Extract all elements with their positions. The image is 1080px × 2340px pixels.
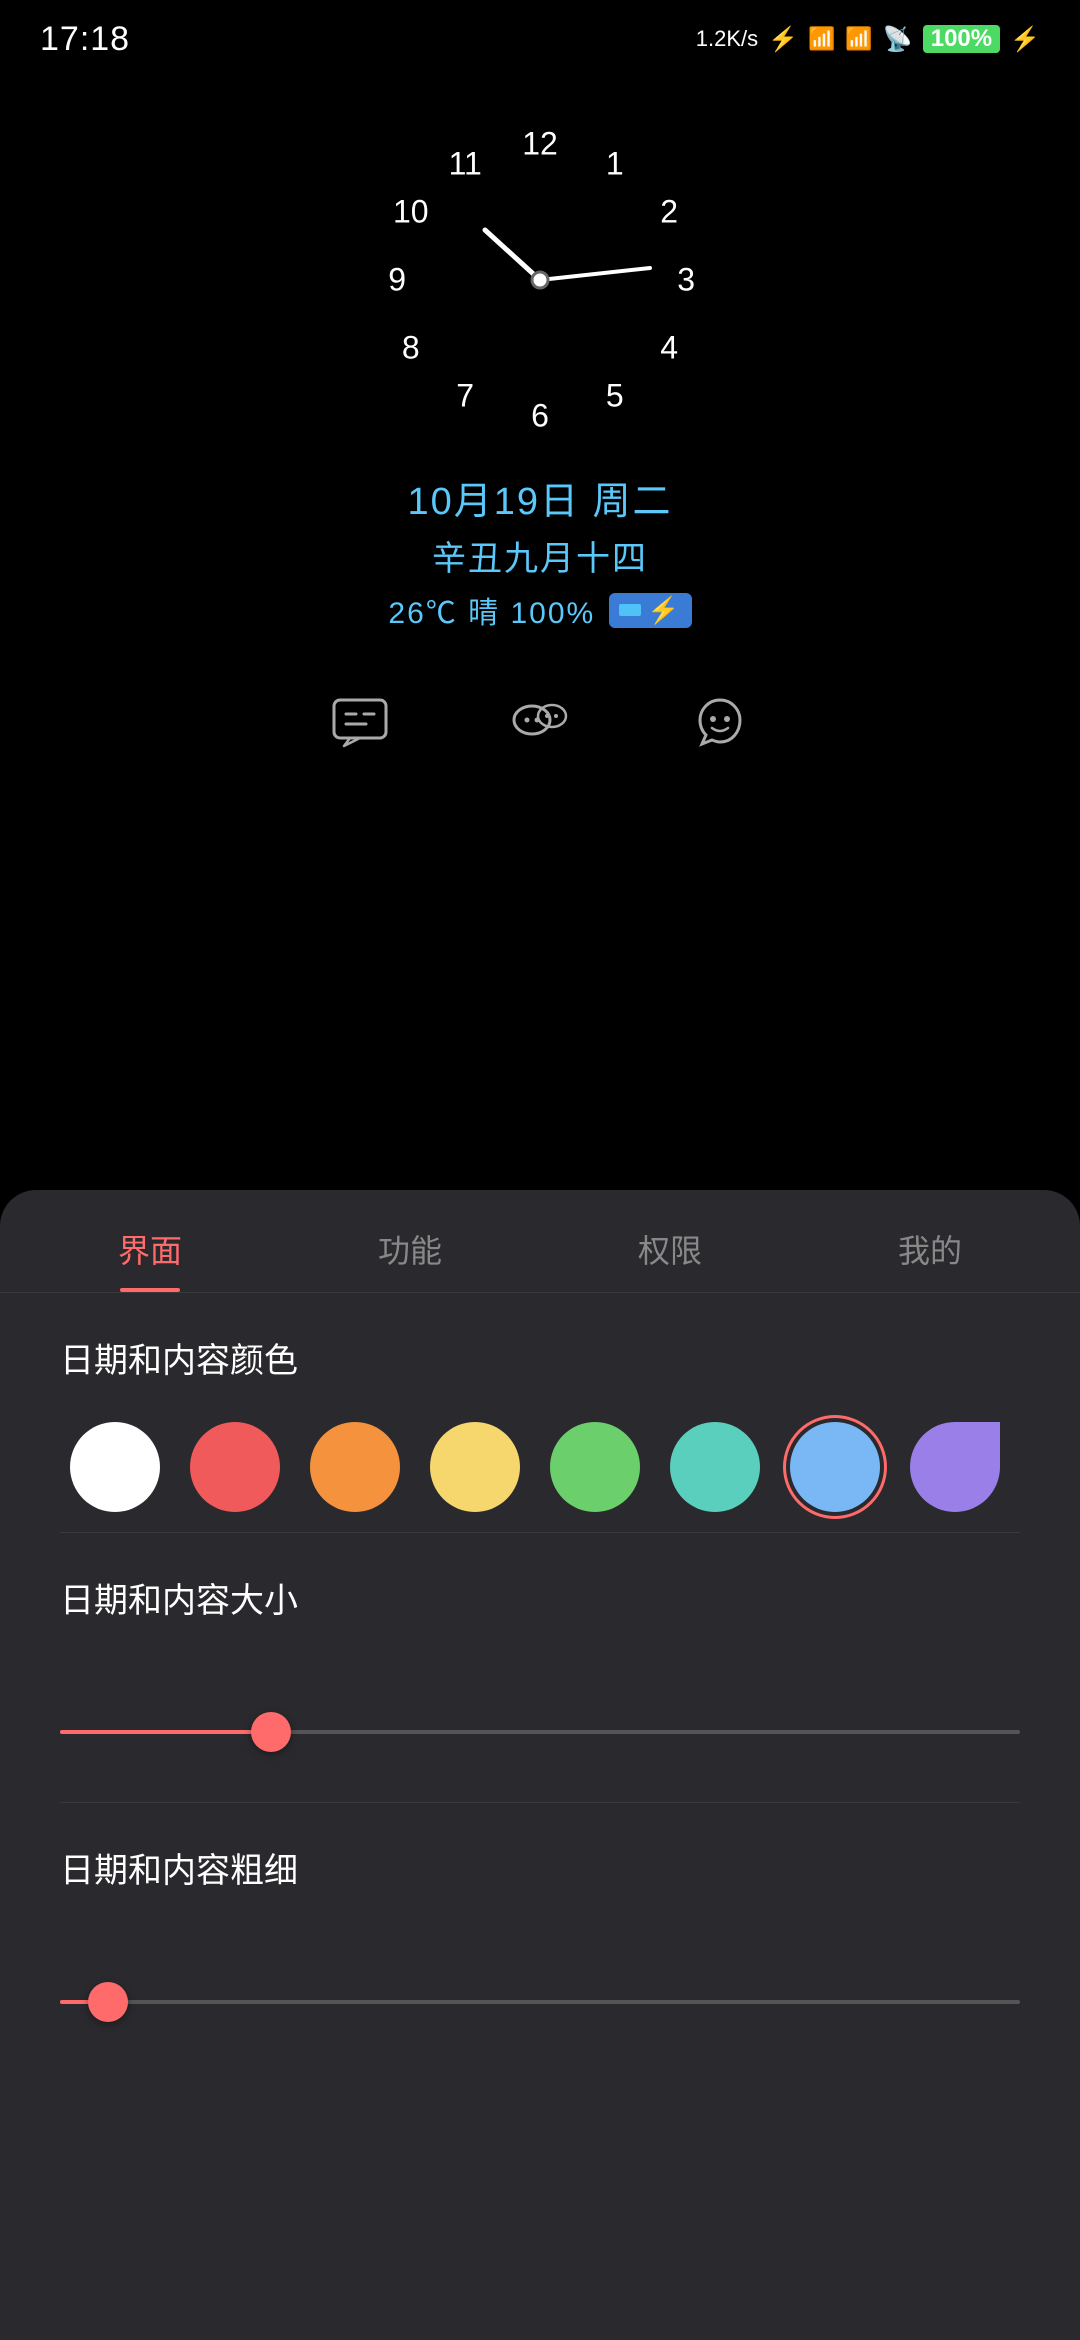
status-time: 17:18 (40, 20, 130, 59)
wifi-icon: 📡 (883, 25, 913, 54)
battery-bar (619, 604, 641, 616)
weight-slider-section (0, 1952, 1080, 2072)
swatch-teal[interactable] (670, 1422, 760, 1512)
date-main: 10月19日 周二 (388, 470, 691, 525)
weight-slider-thumb[interactable] (88, 1982, 128, 2022)
swatch-purple[interactable] (910, 1422, 1000, 1512)
weight-section: 日期和内容粗细 (0, 1803, 1080, 1952)
swatch-red[interactable] (190, 1422, 280, 1512)
size-section: 日期和内容大小 (0, 1533, 1080, 1682)
charging-icon: ⚡ (1010, 25, 1040, 54)
battery-icon: 100% (923, 25, 1000, 53)
qq-icon[interactable] (680, 682, 760, 762)
color-swatches (60, 1422, 1020, 1512)
swatch-blue[interactable] (790, 1422, 880, 1512)
tab-jie-mian[interactable]: 界面 (20, 1190, 280, 1292)
wechat-icon[interactable] (500, 682, 580, 762)
tabs: 界面 功能 权限 我的 (0, 1190, 1080, 1293)
weight-slider-track (60, 2000, 1020, 2004)
bottom-panel: 界面 功能 权限 我的 日期和内容颜色 日期和内容大小 (0, 1190, 1080, 2340)
bluetooth-icon: ⚡ (768, 25, 798, 54)
signal-icon: 📶 (808, 26, 835, 52)
tab-quan-xian[interactable]: 权限 (540, 1190, 800, 1292)
weather-row: 26℃ 晴 100% ⚡ (388, 588, 691, 632)
date-info: 10月19日 周二 辛丑九月十四 26℃ 晴 100% ⚡ (388, 470, 691, 632)
size-slider-section (0, 1682, 1080, 1802)
color-section-title: 日期和内容颜色 (60, 1333, 1020, 1382)
weight-slider-wrapper (60, 1972, 1020, 2032)
tab-wo-de[interactable]: 我的 (800, 1190, 1060, 1292)
swatch-white[interactable] (70, 1422, 160, 1512)
swatch-yellow[interactable] (430, 1422, 520, 1512)
size-section-title: 日期和内容大小 (60, 1573, 1020, 1622)
weather-text: 26℃ 晴 100% (388, 588, 595, 632)
tab-gong-neng[interactable]: 功能 (280, 1190, 540, 1292)
size-slider-thumb[interactable] (251, 1712, 291, 1752)
weight-section-title: 日期和内容粗细 (60, 1843, 1020, 1892)
size-slider-fill (60, 1730, 271, 1734)
network-speed: 1.2K/s (696, 26, 758, 52)
swatch-orange[interactable] (310, 1422, 400, 1512)
battery-widget: ⚡ (609, 593, 691, 628)
swatch-green[interactable] (550, 1422, 640, 1512)
chat-icon[interactable] (320, 682, 400, 762)
size-slider-wrapper (60, 1702, 1020, 1762)
color-section: 日期和内容颜色 (0, 1293, 1080, 1532)
status-bar: 17:18 1.2K/s ⚡ 📶 📶 📡 100% ⚡ (0, 0, 1080, 70)
clock-hands-svg (370, 110, 710, 450)
size-slider-track (60, 1730, 1020, 1734)
app-icons-row (320, 682, 760, 762)
status-icons: 1.2K/s ⚡ 📶 📶 📡 100% ⚡ (696, 25, 1040, 54)
date-lunar: 辛丑九月十四 (388, 531, 691, 580)
analog-clock: 12 1 2 3 4 5 6 7 8 9 10 11 (370, 110, 710, 450)
signal-icon-2: 📶 (845, 26, 872, 52)
clock-section: 12 1 2 3 4 5 6 7 8 9 10 11 10月19日 周二 辛丑九… (0, 70, 1080, 762)
